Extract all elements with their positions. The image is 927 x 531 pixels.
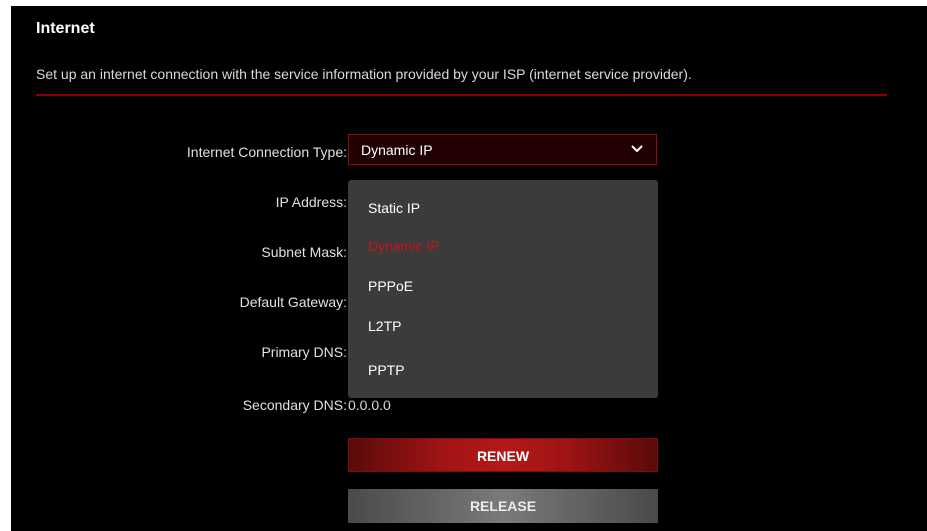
secondary-dns-label: Secondary DNS: [242,397,347,413]
connection-type-dropdown: Static IP Dynamic IP PPPoE L2TP PPTP [348,180,658,398]
section-description: Set up an internet connection with the s… [36,66,692,82]
option-l2tp[interactable]: L2TP [368,318,401,334]
primary-dns-label: Primary DNS: [261,344,347,360]
connection-type-label: Internet Connection Type: [186,144,347,160]
secondary-dns-value: 0.0.0.0 [348,397,391,413]
section-divider [36,94,887,96]
renew-button[interactable]: RENEW [348,438,658,472]
option-pppoe[interactable]: PPPoE [368,278,413,294]
page: Internet Set up an internet connection w… [0,0,927,531]
default-gateway-label: Default Gateway: [239,294,347,310]
option-pptp[interactable]: PPTP [368,362,405,378]
ip-address-label: IP Address: [275,194,347,210]
chevron-down-icon [631,145,643,153]
option-static-ip[interactable]: Static IP [368,200,420,216]
section-title: Internet [36,20,95,37]
subnet-mask-label: Subnet Mask: [261,244,347,260]
release-button[interactable]: RELEASE [348,489,658,523]
connection-type-select[interactable]: Dynamic IP [348,134,657,165]
connection-type-selected-value: Dynamic IP [361,142,433,158]
option-dynamic-ip[interactable]: Dynamic IP [368,238,440,254]
